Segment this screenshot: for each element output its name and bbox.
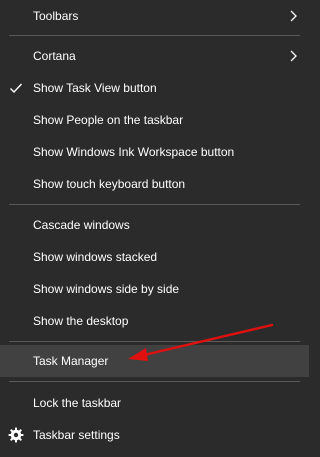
checkmark-icon: [10, 83, 23, 94]
menu-separator: [9, 381, 300, 382]
menu-item-show-people[interactable]: Show People on the taskbar: [0, 104, 309, 136]
menu-separator: [9, 341, 300, 342]
taskbar-context-menu: Toolbars Cortana Show Task View button S…: [0, 0, 309, 457]
menu-item-label: Show Windows Ink Workspace button: [33, 145, 235, 159]
chevron-right-icon: [290, 50, 297, 62]
menu-separator: [9, 35, 300, 36]
menu-item-cascade-windows[interactable]: Cascade windows: [0, 209, 309, 241]
menu-item-label: Show the desktop: [33, 314, 129, 328]
menu-item-show-ink-workspace[interactable]: Show Windows Ink Workspace button: [0, 136, 309, 168]
menu-item-toolbars[interactable]: Toolbars: [0, 0, 309, 32]
menu-item-lock-taskbar[interactable]: Lock the taskbar: [0, 387, 309, 419]
menu-item-label: Lock the taskbar: [33, 396, 122, 410]
menu-item-show-desktop[interactable]: Show the desktop: [0, 305, 309, 337]
menu-item-label: Show People on the taskbar: [33, 113, 184, 127]
menu-item-show-windows-stacked[interactable]: Show windows stacked: [0, 241, 309, 273]
chevron-right-icon: [290, 10, 297, 22]
menu-item-show-windows-side-by-side[interactable]: Show windows side by side: [0, 273, 309, 305]
menu-item-task-manager[interactable]: Task Manager: [0, 345, 309, 377]
menu-item-taskbar-settings[interactable]: Taskbar settings: [0, 419, 309, 451]
menu-item-label: Show Task View button: [33, 81, 157, 95]
menu-separator: [9, 204, 300, 205]
menu-item-label: Taskbar settings: [33, 428, 120, 442]
menu-item-label: Cascade windows: [33, 218, 130, 232]
menu-item-show-task-view[interactable]: Show Task View button: [0, 72, 309, 104]
menu-item-cortana[interactable]: Cortana: [0, 40, 309, 72]
menu-item-label: Cortana: [33, 49, 76, 63]
menu-item-show-touch-keyboard[interactable]: Show touch keyboard button: [0, 168, 309, 200]
menu-item-label: Show windows stacked: [33, 250, 158, 264]
menu-item-label: Show windows side by side: [33, 282, 180, 296]
menu-item-label: Task Manager: [33, 354, 109, 368]
menu-item-label: Toolbars: [33, 9, 79, 23]
gear-icon: [8, 427, 24, 443]
menu-item-label: Show touch keyboard button: [33, 177, 186, 191]
